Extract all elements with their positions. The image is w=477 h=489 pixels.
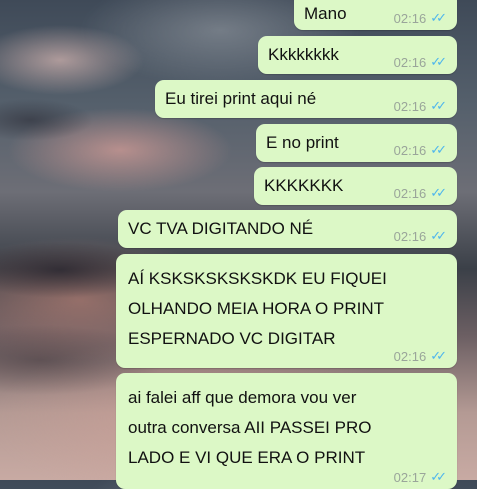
message-time: 02:16 [393, 98, 427, 114]
message-meta: 02:16 ✓✓ [394, 10, 447, 26]
message-meta: 02:16 ✓✓ [394, 54, 447, 70]
message-meta: 02:17 ✓✓ [394, 469, 447, 485]
message-meta: 02:16 ✓✓ [394, 142, 447, 158]
double-check-icon: ✓✓ [430, 185, 447, 200]
message-text: ai falei aff que demora vou ver outra co… [128, 383, 371, 473]
message-time: 02:16 [393, 54, 427, 70]
message-bubble[interactable]: AÍ KSKSKSKSKSKDK EU FIQUEI OLHANDO MEIA … [116, 254, 457, 368]
message-bubble[interactable]: ai falei aff que demora vou ver outra co… [116, 373, 457, 489]
message-line: outra conversa AII PASSEI PRO [128, 418, 372, 437]
message-line: LADO E VI QUE ERA O PRINT [128, 448, 366, 467]
message-text: Eu tirei print aqui né [165, 89, 317, 108]
message-time: 02:16 [393, 228, 427, 244]
message-text: Kkkkkkkk [268, 45, 339, 64]
message-text: Mano [304, 4, 347, 23]
message-bubble[interactable]: VC TVA DIGITANDO NÉ 02:16 ✓✓ [118, 210, 457, 248]
message-line: AÍ KSKSKSKSKSKDK EU FIQUEI [128, 269, 387, 288]
message-meta: 02:16 ✓✓ [394, 228, 447, 244]
double-check-icon: ✓✓ [430, 228, 447, 243]
message-bubble[interactable]: Mano 02:16 ✓✓ [294, 0, 457, 30]
message-meta: 02:16 ✓✓ [394, 185, 447, 201]
message-bubble[interactable]: E no print 02:16 ✓✓ [256, 124, 457, 162]
message-text: VC TVA DIGITANDO NÉ [128, 219, 314, 238]
message-time: 02:16 [393, 185, 427, 201]
message-bubble[interactable]: KKKKKKK 02:16 ✓✓ [254, 167, 457, 205]
message-text: E no print [266, 133, 339, 152]
message-text: KKKKKKK [264, 176, 344, 195]
message-time: 02:16 [393, 142, 427, 158]
message-time: 02:17 [393, 469, 427, 485]
message-line: ESPERNADO VC DIGITAR [128, 329, 336, 348]
message-meta: 02:16 ✓✓ [394, 98, 447, 114]
message-meta: 02:16 ✓✓ [394, 348, 447, 364]
double-check-icon: ✓✓ [430, 98, 447, 113]
double-check-icon: ✓✓ [430, 10, 447, 25]
double-check-icon: ✓✓ [430, 54, 447, 69]
message-time: 02:16 [393, 348, 427, 364]
message-bubble[interactable]: Eu tirei print aqui né 02:16 ✓✓ [155, 80, 457, 118]
message-line: OLHANDO MEIA HORA O PRINT [128, 299, 384, 318]
message-text: AÍ KSKSKSKSKSKDK EU FIQUEI OLHANDO MEIA … [128, 264, 387, 354]
double-check-icon: ✓✓ [430, 142, 447, 157]
message-line: ai falei aff que demora vou ver [128, 388, 357, 407]
double-check-icon: ✓✓ [430, 348, 447, 363]
message-bubble[interactable]: Kkkkkkkk 02:16 ✓✓ [258, 36, 457, 74]
message-time: 02:16 [393, 10, 427, 26]
double-check-icon: ✓✓ [430, 469, 447, 484]
